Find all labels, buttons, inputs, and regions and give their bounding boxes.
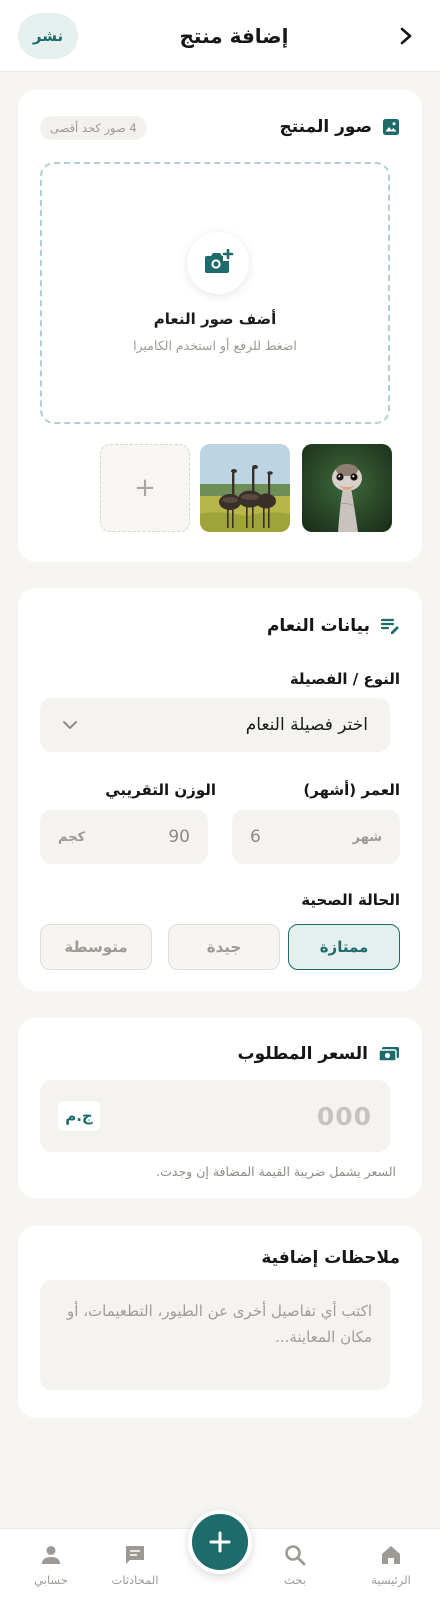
user-icon <box>42 1546 60 1564</box>
price-input[interactable]: ج.م 000 <box>40 1080 390 1152</box>
nav-chats-label: المحادثات <box>111 1573 159 1587</box>
top-bar: نشر إضافة منتج <box>0 0 440 72</box>
camera-button[interactable] <box>187 232 249 294</box>
health-option-good[interactable]: جيدة <box>168 924 280 970</box>
add-camera-icon <box>205 249 234 273</box>
weight-label: الوزن التقريبي <box>105 781 216 799</box>
nav-account[interactable]: حسابي <box>16 1543 86 1587</box>
photo-thumbnail-ostrich-head[interactable] <box>302 444 392 532</box>
price-note: السعر يشمل ضريبة القيمة المضافة إن وجدت. <box>156 1164 396 1179</box>
upload-subtitle: اضغط للرفع أو استخدم الكاميرا <box>133 338 297 353</box>
publish-button[interactable]: نشر <box>18 12 78 59</box>
age-label: العمر (أشهر) <box>303 781 400 799</box>
price-value: 000 <box>316 1101 372 1131</box>
details-section-title: بيانات النعام <box>267 616 400 636</box>
photo-thumbnail-ostrich-group[interactable] <box>200 444 290 532</box>
photos-card: صور المنتج 4 صور كحد أقصى أضف صور النعام… <box>18 90 422 562</box>
notes-section-title: ملاحظات إضافية <box>261 1248 400 1268</box>
currency-badge: ج.م <box>58 1101 100 1131</box>
breed-select-value: اختر فصيلة النعام <box>245 715 368 735</box>
money-icon <box>378 1046 400 1062</box>
price-section-title: السعر المطلوب <box>238 1044 400 1064</box>
photos-title: صور المنتج <box>279 117 372 137</box>
notes-textarea[interactable]: اكتب أي تفاصيل أخرى عن الطيور، التطعيمات… <box>40 1280 390 1390</box>
nav-home-label: الرئيسية <box>371 1573 411 1587</box>
upload-title: أضف صور النعام <box>153 310 277 328</box>
weight-input[interactable]: 90 كجم <box>40 810 208 864</box>
ostrich-details-card: بيانات النعام النوع / الفصيلة اختر فصيلة… <box>18 588 422 991</box>
health-label: الحالة الصحية <box>301 891 400 909</box>
weight-value: 90 <box>168 827 190 847</box>
plus-icon <box>209 1531 231 1553</box>
image-icon <box>382 118 400 136</box>
edit-notes-icon <box>380 617 400 635</box>
age-unit: شهر <box>352 829 382 845</box>
home-icon <box>382 1546 400 1564</box>
add-product-fab[interactable] <box>188 1510 252 1574</box>
nav-search-label: بحث <box>284 1573 306 1587</box>
chevron-right-icon <box>400 27 412 44</box>
add-photo-button[interactable]: + <box>100 444 190 532</box>
notes-title: ملاحظات إضافية <box>261 1248 400 1268</box>
details-title: بيانات النعام <box>266 616 370 636</box>
price-card: السعر المطلوب ج.م 000 السعر يشمل ضريبة ا… <box>18 1018 422 1198</box>
health-option-average[interactable]: متوسطة <box>40 924 152 970</box>
search-icon <box>285 1545 306 1566</box>
breed-label: النوع / الفصيلة <box>289 670 400 688</box>
back-button[interactable] <box>390 20 422 52</box>
price-title: السعر المطلوب <box>237 1044 368 1064</box>
nav-account-label: حسابي <box>34 1573 68 1587</box>
breed-select[interactable]: اختر فصيلة النعام <box>40 698 390 752</box>
photos-section-title: صور المنتج <box>279 117 400 137</box>
health-option-excellent[interactable]: ممتازة <box>288 924 400 970</box>
nav-search[interactable]: بحث <box>260 1543 330 1587</box>
notes-card: ملاحظات إضافية اكتب أي تفاصيل أخرى عن ال… <box>18 1226 422 1418</box>
chat-icon <box>126 1546 144 1564</box>
age-value: 6 <box>250 827 261 847</box>
chevron-down-icon <box>63 721 77 729</box>
page-title: إضافة منتج <box>179 23 289 48</box>
photo-upload-zone[interactable]: أضف صور النعام اضغط للرفع أو استخدم الكا… <box>40 162 390 424</box>
nav-home[interactable]: الرئيسية <box>356 1543 426 1587</box>
nav-chats[interactable]: المحادثات <box>100 1543 170 1587</box>
weight-unit: كجم <box>58 829 86 845</box>
photo-limit-badge: 4 صور كحد أقصى <box>40 116 147 140</box>
age-input[interactable]: شهر 6 <box>232 810 400 864</box>
